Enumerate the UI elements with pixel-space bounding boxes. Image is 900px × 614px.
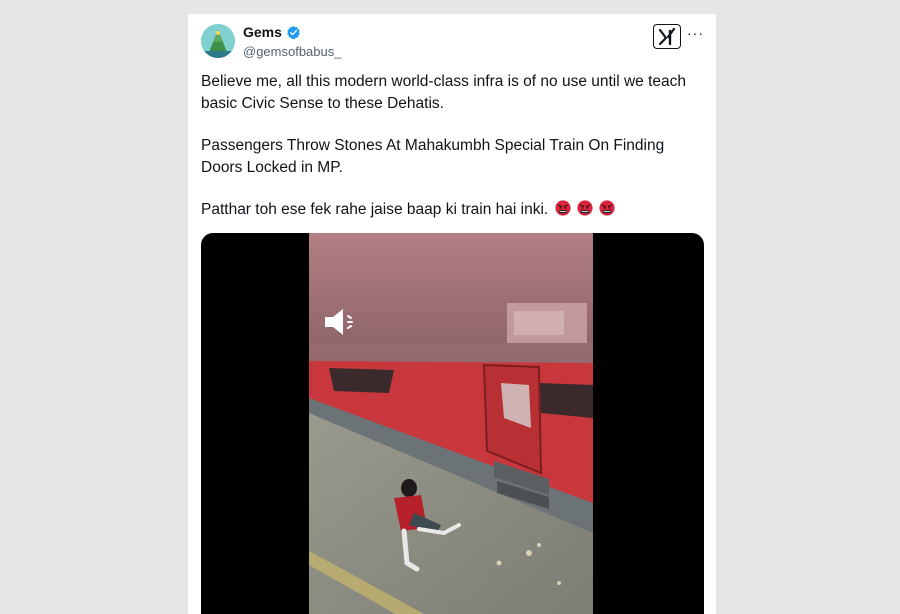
user-handle[interactable]: @gemsofbabus_ [243, 44, 341, 59]
avatar[interactable] [201, 24, 235, 58]
grok-button[interactable] [653, 24, 681, 49]
tweet-header: Gems @gemsofbabus_ ··· [188, 14, 716, 74]
video-player[interactable] [201, 233, 704, 614]
angry-face-icon [554, 200, 571, 216]
tweet-text-paragraph-3: Patthar toh ese fek rahe jaise baap ki t… [201, 201, 549, 218]
display-name[interactable]: Gems [243, 24, 282, 40]
tweet-card: Gems @gemsofbabus_ ··· Believe me, all t… [188, 14, 716, 614]
more-options-button[interactable]: ··· [687, 26, 704, 40]
mountain-avatar-icon [201, 24, 235, 58]
tweet-text-paragraph-1: Believe me, all this modern world-class … [201, 73, 687, 112]
angry-face-icon [599, 200, 615, 216]
name-row: Gems [243, 24, 301, 40]
grok-icon [658, 27, 676, 45]
verified-badge-icon [287, 25, 300, 39]
tweet-text-paragraph-2: Passengers Throw Stones At Mahakumbh Spe… [201, 137, 665, 176]
speaker-muted-icon[interactable] [323, 307, 363, 337]
video-still [309, 233, 593, 614]
angry-face-icon [577, 200, 593, 216]
video-frame[interactable] [309, 233, 593, 614]
tweet-text-paragraph-3-row: Patthar toh ese fek rahe jaise baap ki t… [201, 199, 701, 221]
